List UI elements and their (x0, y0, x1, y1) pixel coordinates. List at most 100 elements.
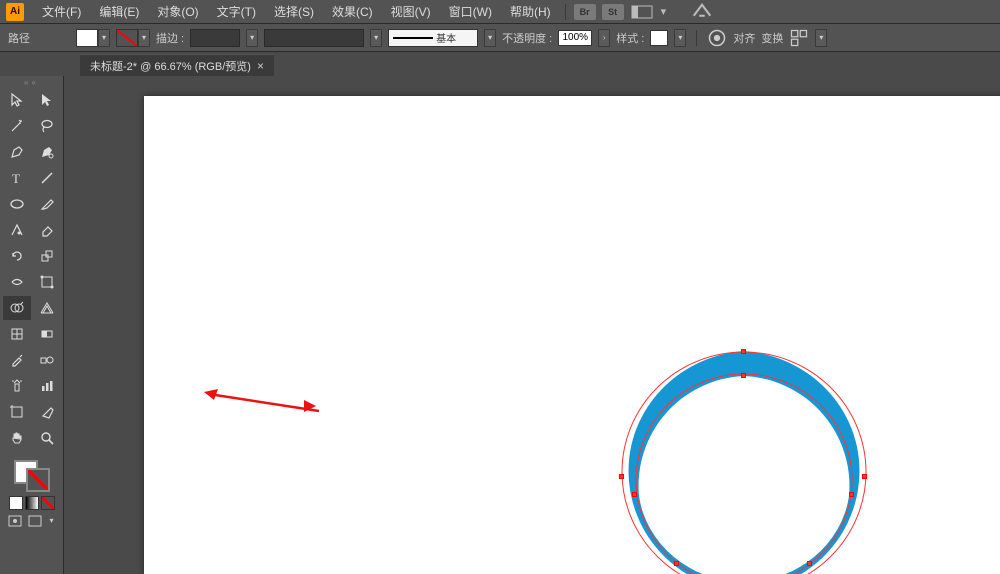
anchor-point[interactable] (849, 492, 854, 497)
transform-label[interactable]: 变换 (761, 30, 783, 46)
hand-tool[interactable] (3, 426, 31, 450)
document-tab-title: 未标题-2* @ 66.67% (RGB/预览) (90, 58, 251, 74)
app-logo: Ai (6, 3, 24, 21)
brush-dropdown[interactable]: ▾ (484, 29, 496, 47)
pen-tool[interactable] (3, 140, 31, 164)
blend-tool[interactable] (33, 348, 61, 372)
align-label[interactable]: 对齐 (733, 30, 755, 46)
perspective-grid-tool[interactable] (33, 296, 61, 320)
recolor-icon[interactable] (707, 29, 727, 47)
stroke-weight-input[interactable] (190, 29, 240, 47)
selected-shape[interactable] (614, 346, 874, 574)
anchor-point[interactable] (862, 474, 867, 479)
menubar: Ai 文件(F) 编辑(E) 对象(O) 文字(T) 选择(S) 效果(C) 视… (0, 0, 1000, 24)
zoom-tool[interactable] (33, 426, 61, 450)
menu-help[interactable]: 帮助(H) (502, 1, 559, 22)
paintbrush-tool[interactable] (33, 192, 61, 216)
slice-tool[interactable] (33, 400, 61, 424)
opacity-dropdown[interactable]: › (598, 29, 610, 47)
gpu-preview-icon[interactable] (691, 5, 713, 19)
scale-tool[interactable] (33, 244, 61, 268)
arrange-dropdown-icon[interactable]: ▾ (661, 5, 683, 19)
screen-mode-dropdown[interactable]: ▾ (47, 514, 57, 526)
artboard-tool[interactable] (3, 400, 31, 424)
stock-icon[interactable]: St (602, 4, 624, 20)
document-tabbar: 未标题-2* @ 66.67% (RGB/预览) × (0, 52, 1000, 76)
anchor-point[interactable] (807, 561, 812, 566)
magic-wand-tool[interactable] (3, 114, 31, 138)
style-dropdown[interactable]: ▾ (674, 29, 686, 47)
bridge-icon[interactable]: Br (574, 4, 596, 20)
menu-object[interactable]: 对象(O) (149, 1, 206, 22)
lasso-tool[interactable] (33, 114, 61, 138)
type-tool[interactable]: T (3, 166, 31, 190)
mesh-tool[interactable] (3, 322, 31, 346)
shaper-tool[interactable] (3, 218, 31, 242)
crescent-path (629, 351, 860, 574)
symbol-sprayer-tool[interactable] (3, 374, 31, 398)
anchor-point[interactable] (632, 492, 637, 497)
menu-type[interactable]: 文字(T) (209, 1, 264, 22)
color-mode-none[interactable] (41, 496, 55, 510)
selection-outline-inner (636, 374, 852, 574)
anchor-point[interactable] (741, 373, 746, 378)
anchor-point[interactable] (674, 561, 679, 566)
document-tab[interactable]: 未标题-2* @ 66.67% (RGB/预览) × (80, 54, 274, 76)
fill-stroke-swatches (12, 458, 52, 494)
color-mode-color[interactable] (9, 496, 23, 510)
brush-definition[interactable]: 基本 (388, 29, 478, 47)
menu-effect[interactable]: 效果(C) (324, 1, 381, 22)
toolbox-grip[interactable]: «« (2, 78, 62, 86)
selection-type-label: 路径 (8, 30, 30, 46)
brush-label: 基本 (436, 30, 456, 45)
style-swatch[interactable] (650, 30, 668, 46)
canvas[interactable] (64, 76, 1000, 574)
svg-text:T: T (12, 171, 20, 186)
stroke-preview-line (393, 37, 433, 39)
isolate-dropdown[interactable]: ▾ (815, 29, 827, 47)
style-label: 样式 : (616, 30, 644, 46)
fill-dropdown[interactable]: ▾ (98, 29, 110, 47)
fill-swatch[interactable] (76, 29, 98, 47)
options-bar: 路径 ▾ ▾ 描边 : ▾ ▾ 基本 ▾ 不透明度 : › 样式 : ▾ 对齐 … (0, 24, 1000, 52)
rotate-tool[interactable] (3, 244, 31, 268)
selection-tool[interactable] (3, 88, 31, 112)
menu-select[interactable]: 选择(S) (266, 1, 322, 22)
anchor-point[interactable] (619, 474, 624, 479)
stroke-weight-label: 描边 : (156, 30, 184, 46)
menu-file[interactable]: 文件(F) (34, 1, 89, 22)
color-mode-gradient[interactable] (25, 496, 39, 510)
cursor-indicator (304, 400, 318, 417)
width-tool[interactable] (3, 270, 31, 294)
shape-builder-tool[interactable] (3, 296, 31, 320)
draw-normal-icon[interactable] (7, 514, 23, 528)
eraser-tool[interactable] (33, 218, 61, 242)
menu-edit[interactable]: 编辑(E) (91, 1, 147, 22)
selection-outline-outer (622, 352, 866, 574)
direct-selection-tool[interactable] (33, 88, 61, 112)
ellipse-tool[interactable] (3, 192, 31, 216)
eyedropper-tool[interactable] (3, 348, 31, 372)
variable-width-profile[interactable] (264, 29, 364, 47)
arrange-docs-icon[interactable] (631, 5, 653, 19)
screen-mode-icon[interactable] (27, 514, 43, 528)
free-transform-tool[interactable] (33, 270, 61, 294)
stroke-dropdown[interactable]: ▾ (138, 29, 150, 47)
opacity-input[interactable] (558, 30, 592, 46)
screen-mode-row: ▾ (7, 514, 57, 528)
curvature-tool[interactable] (33, 140, 61, 164)
stroke-weight-dropdown[interactable]: ▾ (246, 29, 258, 47)
line-tool[interactable] (33, 166, 61, 190)
gradient-tool[interactable] (33, 322, 61, 346)
menu-view[interactable]: 视图(V) (383, 1, 439, 22)
isolate-icon[interactable] (789, 29, 809, 47)
anchor-point[interactable] (741, 349, 746, 354)
variable-width-dropdown[interactable]: ▾ (370, 29, 382, 47)
artboard[interactable] (144, 96, 1000, 574)
menu-window[interactable]: 窗口(W) (441, 1, 500, 22)
stroke-color-swatch[interactable] (26, 468, 50, 492)
tab-close-icon[interactable]: × (257, 59, 264, 73)
color-mode-row (9, 496, 55, 510)
column-graph-tool[interactable] (33, 374, 61, 398)
stroke-swatch[interactable] (116, 29, 138, 47)
